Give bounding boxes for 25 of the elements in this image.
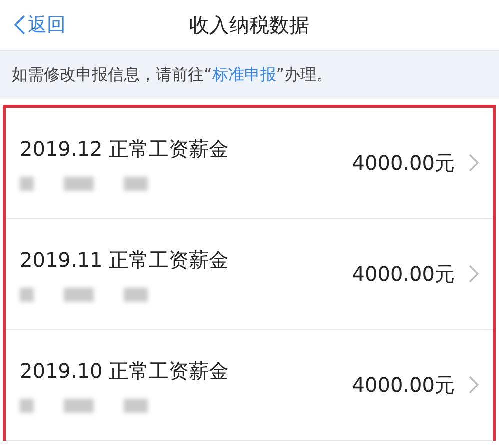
blurred-detail	[64, 398, 94, 412]
chevron-icon	[469, 154, 479, 172]
record-amount: 4000.00元	[352, 372, 455, 398]
record-row[interactable]: 2019.11 正常工资薪金 4000.00元	[6, 219, 493, 330]
blurred-detail	[20, 398, 34, 412]
chevron-icon	[469, 265, 479, 283]
blurred-detail	[124, 288, 148, 302]
chevron-icon	[469, 376, 479, 394]
record-title: 2019.11 正常工资薪金	[20, 246, 230, 274]
blurred-detail	[124, 176, 148, 190]
blurred-detail	[20, 176, 34, 190]
back-button[interactable]: 返回	[0, 12, 66, 38]
record-amount: 4000.00元	[352, 150, 455, 176]
blurred-detail	[64, 288, 94, 302]
record-row[interactable]: 2019.12 正常工资薪金 4000.00元	[6, 108, 493, 219]
blurred-detail	[20, 288, 34, 302]
record-title: 2019.10 正常工资薪金	[20, 358, 230, 384]
back-icon	[14, 15, 26, 35]
notice-text: 如需修改申报信息，请前往“标准申报”办理。	[0, 51, 499, 99]
record-title: 2019.12 正常工资薪金	[20, 136, 230, 162]
blurred-detail	[124, 398, 148, 412]
record-amount: 4000.00元	[352, 260, 455, 288]
page-title: 收入纳税数据	[190, 12, 310, 38]
record-row[interactable]: 2019.10 正常工资薪金 4000.00元	[6, 330, 493, 441]
blurred-detail	[64, 176, 94, 190]
